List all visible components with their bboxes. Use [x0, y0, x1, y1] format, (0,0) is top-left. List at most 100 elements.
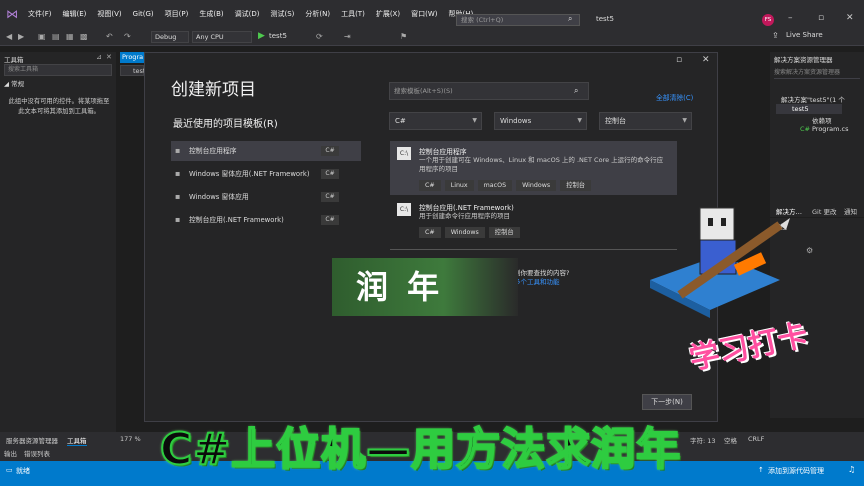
template-icon: ▪	[175, 169, 181, 178]
close-panel-icon[interactable]: ✕	[106, 53, 112, 61]
language-filter[interactable]: C# ▼	[389, 112, 482, 130]
tag: 控制台	[488, 227, 520, 238]
template-search-input[interactable]: 搜索模板(Alt+S)(S)	[389, 82, 589, 100]
tree-file-program[interactable]: Program.cs	[812, 125, 848, 133]
platform-select[interactable]: Any CPU	[192, 31, 252, 43]
template-card-selected[interactable]: C:\ 控制台应用程序 一个用于创建可在 Windows、Linux 和 mac…	[390, 141, 677, 195]
live-share-button[interactable]: Live Share	[786, 31, 823, 39]
tab-toolbox[interactable]: 工具箱	[67, 435, 87, 446]
toolbox-empty-message: 此组中没有可用的控件。将某项拖至此文本可将其添加到工具箱。	[8, 98, 110, 115]
wrench-icon[interactable]: ⚙	[806, 246, 813, 255]
toolbox-group-general[interactable]: ◢ 常规	[4, 78, 24, 88]
zoom-level[interactable]: 177 %	[120, 435, 141, 443]
undo-icon[interactable]: ↶	[106, 32, 113, 41]
editor-tab[interactable]: Progra	[120, 52, 144, 63]
divider	[774, 78, 860, 79]
tab-git-changes[interactable]: Git 更改	[812, 206, 836, 216]
menu-analyze[interactable]: 分析(N)	[305, 9, 330, 19]
tag: Windows	[444, 227, 485, 238]
add-to-source-control-button[interactable]: 添加到源代码管理	[768, 466, 824, 476]
recent-template-item[interactable]: ▪ Windows 窗体应用 C#	[171, 187, 361, 207]
search-icon[interactable]: ⌕	[568, 14, 572, 24]
run-target-button[interactable]: test5	[269, 32, 287, 40]
save-icon[interactable]: ▦	[66, 32, 74, 41]
menu-debug[interactable]: 调试(D)	[235, 9, 260, 19]
window-title: test5	[596, 15, 614, 23]
robot-eye	[721, 218, 726, 226]
tag: 控制台	[560, 180, 592, 191]
recent-template-item[interactable]: ▪ Windows 窗体应用(.NET Framework) C#	[171, 164, 361, 184]
solution-search-input[interactable]: 搜索解决方案资源管理器	[774, 67, 840, 76]
back-icon[interactable]: ◀	[6, 32, 12, 41]
status-text: 就绪	[16, 467, 30, 475]
step-icon[interactable]: ⇥	[344, 32, 351, 41]
chevron-down-icon: ▼	[472, 117, 477, 124]
source-control-icon[interactable]: ↑	[758, 466, 764, 474]
leap-year-overlay: 润 年	[332, 258, 518, 316]
tree-dependencies[interactable]: 依赖项	[812, 115, 832, 125]
tab-notifications[interactable]: 通知	[844, 206, 857, 216]
bookmark-icon[interactable]: ⚑	[400, 32, 407, 41]
visual-studio-logo-icon: ⋈	[6, 7, 18, 21]
recent-template-item[interactable]: ▪ 控制台应用程序 C#	[171, 141, 361, 161]
tree-solution[interactable]: 解决方案"test5"(1 个	[781, 94, 845, 104]
tab-server-explorer[interactable]: 服务器资源管理器	[6, 435, 58, 445]
save-all-icon[interactable]: ▩	[80, 32, 88, 41]
project-type-filter[interactable]: 控制台 ▼	[599, 112, 692, 130]
template-title: 控制台应用程序	[419, 148, 467, 156]
template-title: 控制台应用(.NET Framework)	[419, 204, 514, 212]
chevron-down-icon: ▼	[577, 117, 582, 124]
tab-error-list[interactable]: 错误列表	[24, 448, 50, 458]
new-item-icon[interactable]: ▣	[38, 32, 46, 41]
template-card[interactable]: C:\ 控制台应用(.NET Framework) 用于创建命令行应用程序的项目…	[390, 197, 677, 243]
menu-project[interactable]: 项目(P)	[165, 9, 189, 19]
menu-window[interactable]: 窗口(W)	[411, 9, 437, 19]
pin-icon[interactable]: ⊿	[96, 53, 102, 61]
close-icon[interactable]: ✕	[846, 13, 854, 23]
editor-file-selector[interactable]: test	[120, 65, 145, 76]
menu-extensions[interactable]: 扩展(X)	[376, 9, 400, 19]
menu-test[interactable]: 测试(S)	[270, 9, 294, 19]
maximize-icon[interactable]: ▫	[818, 13, 824, 23]
platform-filter[interactable]: Windows ▼	[494, 112, 587, 130]
solution-explorer-title: 解决方案资源管理器	[774, 56, 833, 64]
language-badge: C#	[321, 146, 339, 156]
tree-project[interactable]: test5	[792, 105, 809, 113]
tab-output[interactable]: 输出	[4, 448, 17, 458]
menu-bar: ⋈ 文件(F) 编辑(E) 视图(V) Git(G) 项目(P) 生成(B) 调…	[0, 0, 864, 28]
toolbox-search-input[interactable]: 搜索工具箱	[4, 64, 112, 76]
recent-templates-heading: 最近使用的项目模板(R)	[173, 119, 278, 130]
dialog-title: 创建新项目	[171, 80, 256, 100]
menu-build[interactable]: 生成(B)	[199, 9, 223, 19]
forward-icon[interactable]: ▶	[18, 32, 24, 41]
notification-icon[interactable]: ♫	[848, 465, 855, 474]
next-button[interactable]: 下一步(N)	[642, 394, 692, 410]
redo-icon[interactable]: ↷	[124, 32, 131, 41]
menu-edit[interactable]: 编辑(E)	[63, 9, 87, 19]
recent-template-item[interactable]: ▪ 控制台应用(.NET Framework) C#	[171, 210, 361, 230]
close-dialog-icon[interactable]: ✕	[702, 55, 710, 65]
template-tags: C# Linux macOS Windows 控制台	[419, 180, 592, 191]
template-icon: ▪	[175, 192, 181, 201]
language-filter-value: C#	[395, 117, 406, 125]
live-share-icon[interactable]: ⇪	[772, 31, 779, 40]
menu-git[interactable]: Git(G)	[133, 10, 154, 18]
whitespace-indicator[interactable]: 空格	[724, 435, 737, 445]
config-select[interactable]: Debug	[151, 31, 189, 43]
menu-file[interactable]: 文件(F)	[28, 9, 52, 19]
run-icon[interactable]: ▶	[258, 31, 265, 41]
hot-reload-icon[interactable]: ⟳	[316, 32, 323, 41]
minimize-icon[interactable]: –	[788, 13, 793, 23]
maximize-dialog-icon[interactable]: ▫	[676, 55, 682, 65]
template-tags: C# Windows 控制台	[419, 227, 520, 238]
tag: Linux	[444, 180, 474, 191]
eol-indicator[interactable]: CRLF	[748, 435, 764, 443]
avatar[interactable]: FS	[762, 14, 774, 26]
search-icon[interactable]: ⌕	[574, 86, 578, 96]
menu-view[interactable]: 视图(V)	[97, 9, 121, 19]
open-folder-icon[interactable]: ▤	[52, 32, 60, 41]
clear-all-link[interactable]: 全部清除(C)	[656, 92, 693, 102]
global-search-input[interactable]: 搜索 (Ctrl+Q)	[456, 14, 580, 26]
platform-filter-value: Windows	[500, 117, 532, 125]
menu-tools[interactable]: 工具(T)	[341, 9, 365, 19]
